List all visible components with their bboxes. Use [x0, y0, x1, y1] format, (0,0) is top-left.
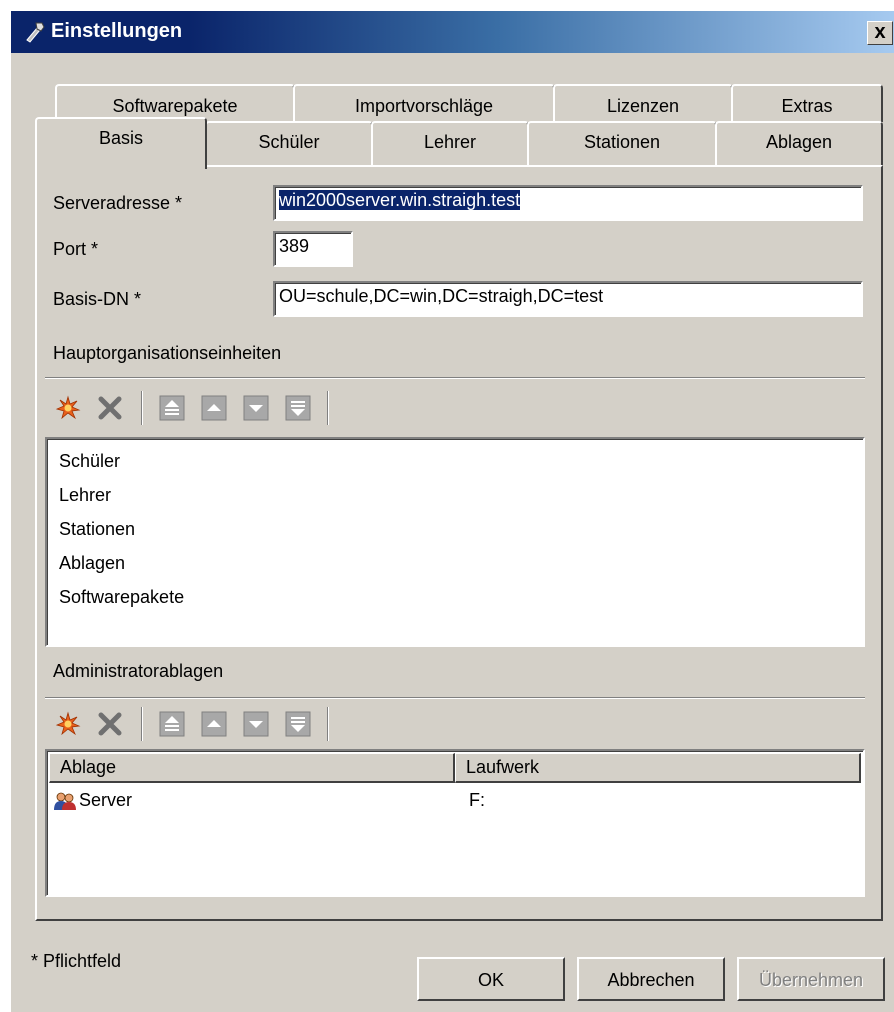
tab-label: Softwarepakete [112, 96, 238, 116]
tab-stationen[interactable]: Stationen [527, 121, 717, 165]
admin-stores-table: Ablage Laufwerk Server F: [45, 749, 865, 897]
toolbar-separator [327, 391, 329, 425]
users-group-icon [54, 792, 76, 810]
ok-button[interactable]: OK [417, 957, 565, 1001]
button-label: Übernehmen [758, 970, 864, 990]
port-value: 389 [279, 236, 310, 256]
column-header-label: Ablage [60, 757, 117, 777]
main-units-list[interactable]: Schüler Lehrer Stationen Ablagen Softwar… [45, 437, 865, 647]
base-dn-label: Basis-DN * [53, 289, 142, 309]
table-cell-laufwerk: F: [469, 790, 485, 810]
tab-schueler[interactable]: Schüler [205, 121, 373, 165]
move-top-icon[interactable] [159, 711, 185, 737]
move-bottom-icon[interactable] [285, 395, 311, 421]
apply-button[interactable]: Übernehmen [737, 957, 885, 1001]
port-input[interactable]: 389 [273, 231, 353, 267]
admin-stores-separator [45, 697, 865, 699]
tab-label: Lizenzen [606, 96, 680, 116]
server-address-value: win2000server.win.straigh.test [279, 190, 521, 210]
toolbar-separator [141, 391, 143, 425]
move-bottom-icon[interactable] [285, 711, 311, 737]
move-up-icon[interactable] [201, 395, 227, 421]
server-address-label: Serveradresse * [53, 193, 183, 213]
move-up-icon[interactable] [201, 711, 227, 737]
move-down-icon[interactable] [243, 711, 269, 737]
add-icon[interactable] [55, 395, 81, 421]
tab-label: Importvorschläge [354, 96, 494, 116]
toolbar-separator [141, 707, 143, 741]
server-address-input[interactable]: win2000server.win.straigh.test [273, 185, 863, 221]
delete-icon[interactable] [97, 395, 123, 421]
column-header-ablage[interactable]: Ablage [49, 753, 455, 783]
window-title: Einstellungen [51, 20, 183, 42]
list-item[interactable]: Lehrer [59, 485, 111, 506]
settings-wrench-icon [26, 22, 45, 43]
tab-importvorschlaege[interactable]: Importvorschläge [293, 84, 555, 122]
list-item[interactable]: Softwarepakete [59, 587, 184, 608]
base-dn-value: OU=schule,DC=win,DC=straigh,DC=test [279, 286, 604, 306]
list-item[interactable]: Ablagen [59, 553, 125, 574]
delete-icon[interactable] [97, 711, 123, 737]
toolbar-separator [327, 707, 329, 741]
column-header-label: Laufwerk [466, 757, 540, 777]
tab-label: Basis [98, 128, 143, 148]
tab-lehrer[interactable]: Lehrer [371, 121, 529, 165]
move-top-icon[interactable] [159, 395, 185, 421]
tab-label: Lehrer [423, 132, 477, 152]
move-down-icon[interactable] [243, 395, 269, 421]
main-units-separator [45, 377, 865, 379]
table-row[interactable]: Server F: [49, 787, 861, 817]
title-bar: Einstellungen x [11, 11, 894, 53]
tab-label: Schüler [258, 132, 320, 152]
base-dn-input[interactable]: OU=schule,DC=win,DC=straigh,DC=test [273, 281, 863, 317]
tab-label: Stationen [583, 132, 661, 152]
tab-basis[interactable]: Basis [35, 117, 207, 169]
column-header-laufwerk[interactable]: Laufwerk [455, 753, 861, 783]
tab-ablagen[interactable]: Ablagen [715, 121, 883, 165]
admin-stores-label: Administratorablagen [53, 661, 224, 681]
tab-label: Ablagen [765, 132, 833, 152]
add-icon[interactable] [55, 711, 81, 737]
button-label: OK [477, 970, 504, 990]
button-label: Abbrechen [607, 970, 695, 990]
close-icon: x [874, 21, 886, 43]
table-cell-ablage: Server [79, 790, 133, 810]
tab-label: Extras [781, 96, 833, 116]
cancel-button[interactable]: Abbrechen [577, 957, 725, 1001]
port-label: Port * [53, 239, 99, 259]
close-button[interactable]: x [867, 21, 893, 45]
tab-lizenzen[interactable]: Lizenzen [553, 84, 733, 122]
list-item[interactable]: Stationen [59, 519, 135, 540]
list-item[interactable]: Schüler [59, 451, 120, 472]
tab-extras[interactable]: Extras [731, 84, 883, 122]
required-field-note: * Pflichtfeld [31, 951, 122, 971]
tab-panel-basis: Serveradresse * win2000server.win.straig… [35, 165, 883, 921]
main-units-label: Hauptorganisationseinheiten [53, 343, 282, 363]
settings-dialog: Einstellungen x Softwarepakete Importvor… [10, 10, 894, 1012]
